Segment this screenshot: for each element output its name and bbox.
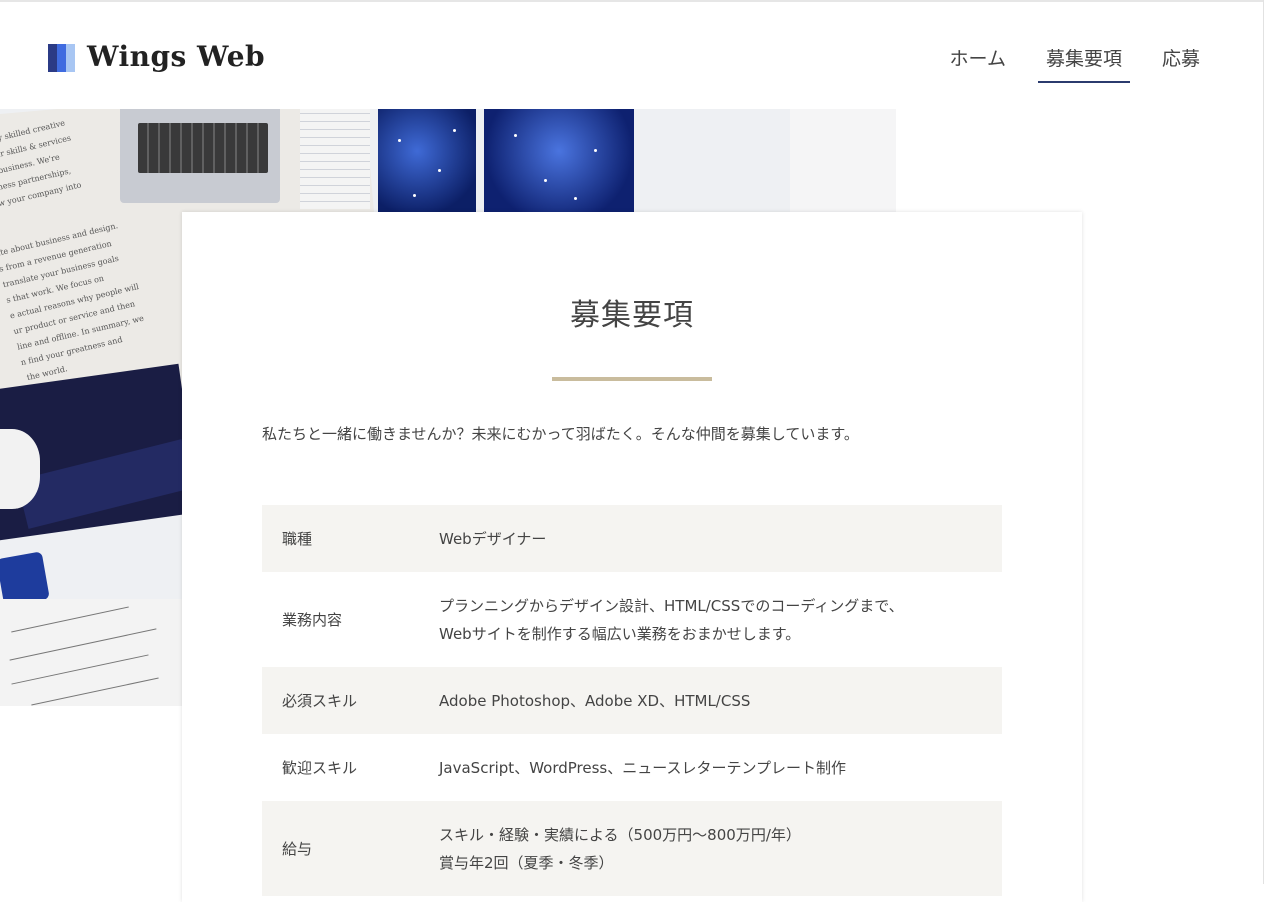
spreadsheet-image xyxy=(300,109,370,209)
phone-screen-image xyxy=(378,109,476,214)
row-value-line: Webデザイナー xyxy=(439,529,547,548)
row-value: Webデザイナー xyxy=(439,525,1002,553)
logo-text: Wings Web xyxy=(87,40,266,73)
row-value-line: JavaScript、WordPress、ニュースレターテンプレート制作 xyxy=(439,758,847,777)
requirements-table: 職種 Webデザイナー 業務内容 プランニングからデザイン設計、HTML/CSS… xyxy=(262,505,1002,896)
row-value: Adobe Photoshop、Adobe XD、HTML/CSS xyxy=(439,687,1002,715)
tablet-screen-image xyxy=(484,109,634,214)
nav-recruitment[interactable]: 募集要項 xyxy=(1037,44,1130,83)
row-key: 給与 xyxy=(282,840,313,858)
row-key: 歓迎スキル xyxy=(282,759,358,777)
page-title: 募集要項 xyxy=(570,298,694,333)
row-key: 職種 xyxy=(282,530,313,548)
handwritten-notes-image xyxy=(0,599,182,706)
logo-icon xyxy=(48,42,75,72)
row-value-line: プランニングからデザイン設計、HTML/CSSでのコーディングまで、 xyxy=(439,596,904,615)
table-row: 業務内容 プランニングからデザイン設計、HTML/CSSでのコーディングまで、 … xyxy=(262,572,1002,667)
document-image xyxy=(790,109,896,212)
keyboard-image xyxy=(138,123,268,173)
title-underline xyxy=(552,377,712,381)
table-row: 歓迎スキル JavaScript、WordPress、ニュースレターテンプレート… xyxy=(262,734,1002,801)
row-value: JavaScript、WordPress、ニュースレターテンプレート制作 xyxy=(439,754,1002,782)
row-value-line: スキル・経験・実績による（500万円〜800万円/年） xyxy=(439,825,801,844)
intro-text: 私たちと一緒に働きませんか？未来にむかって羽ばたく。そんな仲間を募集しています。 xyxy=(262,425,859,443)
site-logo[interactable]: Wings Web xyxy=(48,40,265,73)
nav-apply[interactable]: 応募 xyxy=(1154,44,1208,83)
table-row: 職種 Webデザイナー xyxy=(262,505,1002,572)
nav-home[interactable]: ホーム xyxy=(942,44,1014,83)
row-value: スキル・経験・実績による（500万円〜800万円/年） 賞与年2回（夏季・冬季） xyxy=(439,821,1002,877)
table-row: 給与 スキル・経験・実績による（500万円〜800万円/年） 賞与年2回（夏季・… xyxy=(262,801,1002,896)
row-value-line: Webサイトを制作する幅広い業務をおまかせします。 xyxy=(439,624,801,643)
row-value-line: 賞与年2回（夏季・冬季） xyxy=(439,853,614,872)
top-border xyxy=(0,0,1264,2)
row-key: 必須スキル xyxy=(282,692,358,710)
recruitment-card: 募集要項 私たちと一緒に働きませんか？未来にむかって羽ばたく。そんな仲間を募集し… xyxy=(182,212,1082,902)
row-key: 業務内容 xyxy=(282,611,343,629)
main-nav: ホーム 募集要項 応募 xyxy=(918,44,1208,83)
row-value-line: Adobe Photoshop、Adobe XD、HTML/CSS xyxy=(439,691,751,710)
table-row: 必須スキル Adobe Photoshop、Adobe XD、HTML/CSS xyxy=(262,667,1002,734)
row-value: プランニングからデザイン設計、HTML/CSSでのコーディングまで、 Webサイ… xyxy=(439,592,1002,648)
